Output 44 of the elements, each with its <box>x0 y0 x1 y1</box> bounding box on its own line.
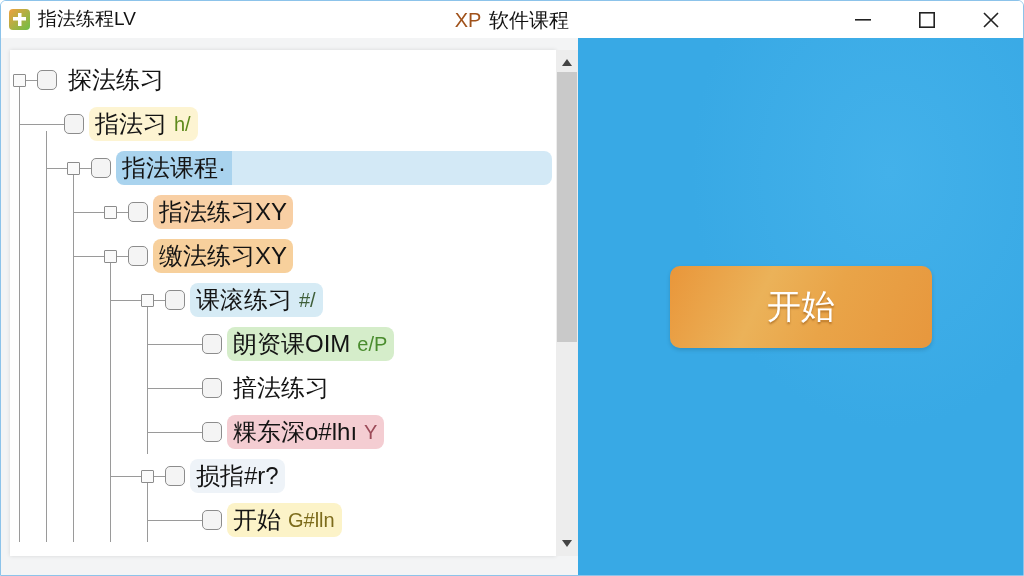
expander-box-icon[interactable] <box>141 293 154 307</box>
tree-item[interactable]: 指法课程· <box>116 151 232 185</box>
scroll-down-icon[interactable] <box>562 540 572 547</box>
expander-box-icon[interactable] <box>104 205 117 219</box>
app-title: 指法练程LV <box>38 8 136 31</box>
scroll-up-icon[interactable] <box>562 59 572 66</box>
tree-item[interactable]: 指法练习XY <box>153 195 293 229</box>
expander-box-icon[interactable] <box>67 161 80 175</box>
window-title-prefix: XP <box>454 7 482 32</box>
close-icon <box>983 11 999 28</box>
tree-item[interactable]: 缴法练习XY <box>153 239 293 273</box>
item-tag: G#lln <box>284 503 342 537</box>
checkbox[interactable] <box>165 466 185 486</box>
tree-item[interactable]: 揞法练习 <box>227 371 335 405</box>
scrollbar-thumb[interactable] <box>557 72 577 342</box>
tree-item[interactable]: 课滚练习 <box>190 283 295 317</box>
item-tag: h/ <box>170 107 198 141</box>
minimize-icon <box>855 18 871 21</box>
checkbox[interactable] <box>128 202 148 222</box>
checkbox[interactable] <box>202 334 222 354</box>
checkbox[interactable] <box>165 290 185 310</box>
tree-item[interactable]: 探法练习 <box>62 63 170 97</box>
plus-tile-icon <box>9 9 30 30</box>
tree-item[interactable]: 粿东深o#lhı <box>227 415 361 449</box>
checkbox[interactable] <box>64 114 84 134</box>
expander-box-icon[interactable] <box>13 73 26 87</box>
tree-item[interactable]: 损指#r? <box>190 459 285 493</box>
item-tag: e/P <box>353 327 395 361</box>
window-title: 软件课程 <box>489 7 570 32</box>
scrollbar-track[interactable] <box>556 50 578 556</box>
item-tag: #/ <box>295 283 323 317</box>
checkbox[interactable] <box>202 378 222 398</box>
tree-item[interactable]: 指法习 <box>89 107 170 141</box>
checkbox[interactable] <box>37 70 57 90</box>
maximize-icon <box>919 11 935 28</box>
checkbox[interactable] <box>91 158 111 178</box>
checkbox[interactable] <box>128 246 148 266</box>
checkbox[interactable] <box>202 510 222 530</box>
tree-item[interactable]: 朗资课OIM <box>227 327 354 361</box>
expander-box-icon[interactable] <box>104 249 117 263</box>
expander-box-icon[interactable] <box>141 469 154 483</box>
tree-item[interactable]: 开始 <box>227 503 284 537</box>
item-tag: Y <box>360 415 385 449</box>
checkbox[interactable] <box>202 422 222 442</box>
